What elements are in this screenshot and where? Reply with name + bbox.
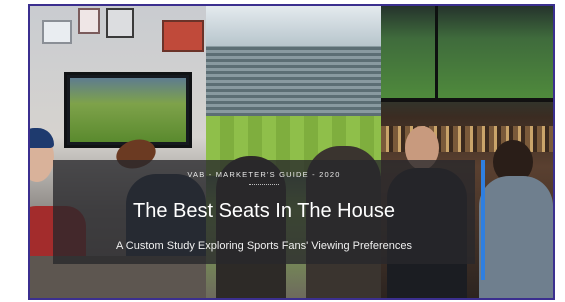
bar-tv-screen — [381, 6, 553, 102]
bar-tv-divider — [435, 6, 438, 98]
wall-frame — [78, 8, 100, 34]
title-overlay: VAB - MARKETER'S GUIDE - 2020 The Best S… — [53, 160, 475, 264]
stadium-stands — [206, 46, 381, 116]
fan-cap — [30, 128, 54, 148]
accent-bar — [481, 160, 485, 280]
banner-kicker: VAB - MARKETER'S GUIDE - 2020 — [187, 170, 341, 179]
bar-fan-back — [479, 176, 553, 298]
banner-title: The Best Seats In The House — [132, 200, 395, 222]
banner-subtitle: A Custom Study Exploring Sports Fans' Vi… — [116, 240, 412, 252]
wall-frame — [42, 20, 72, 44]
divider — [249, 184, 279, 185]
wall-frame — [106, 8, 134, 38]
stadium-roof — [206, 6, 381, 46]
tv-screen — [64, 72, 192, 148]
wall-frame — [162, 20, 204, 52]
